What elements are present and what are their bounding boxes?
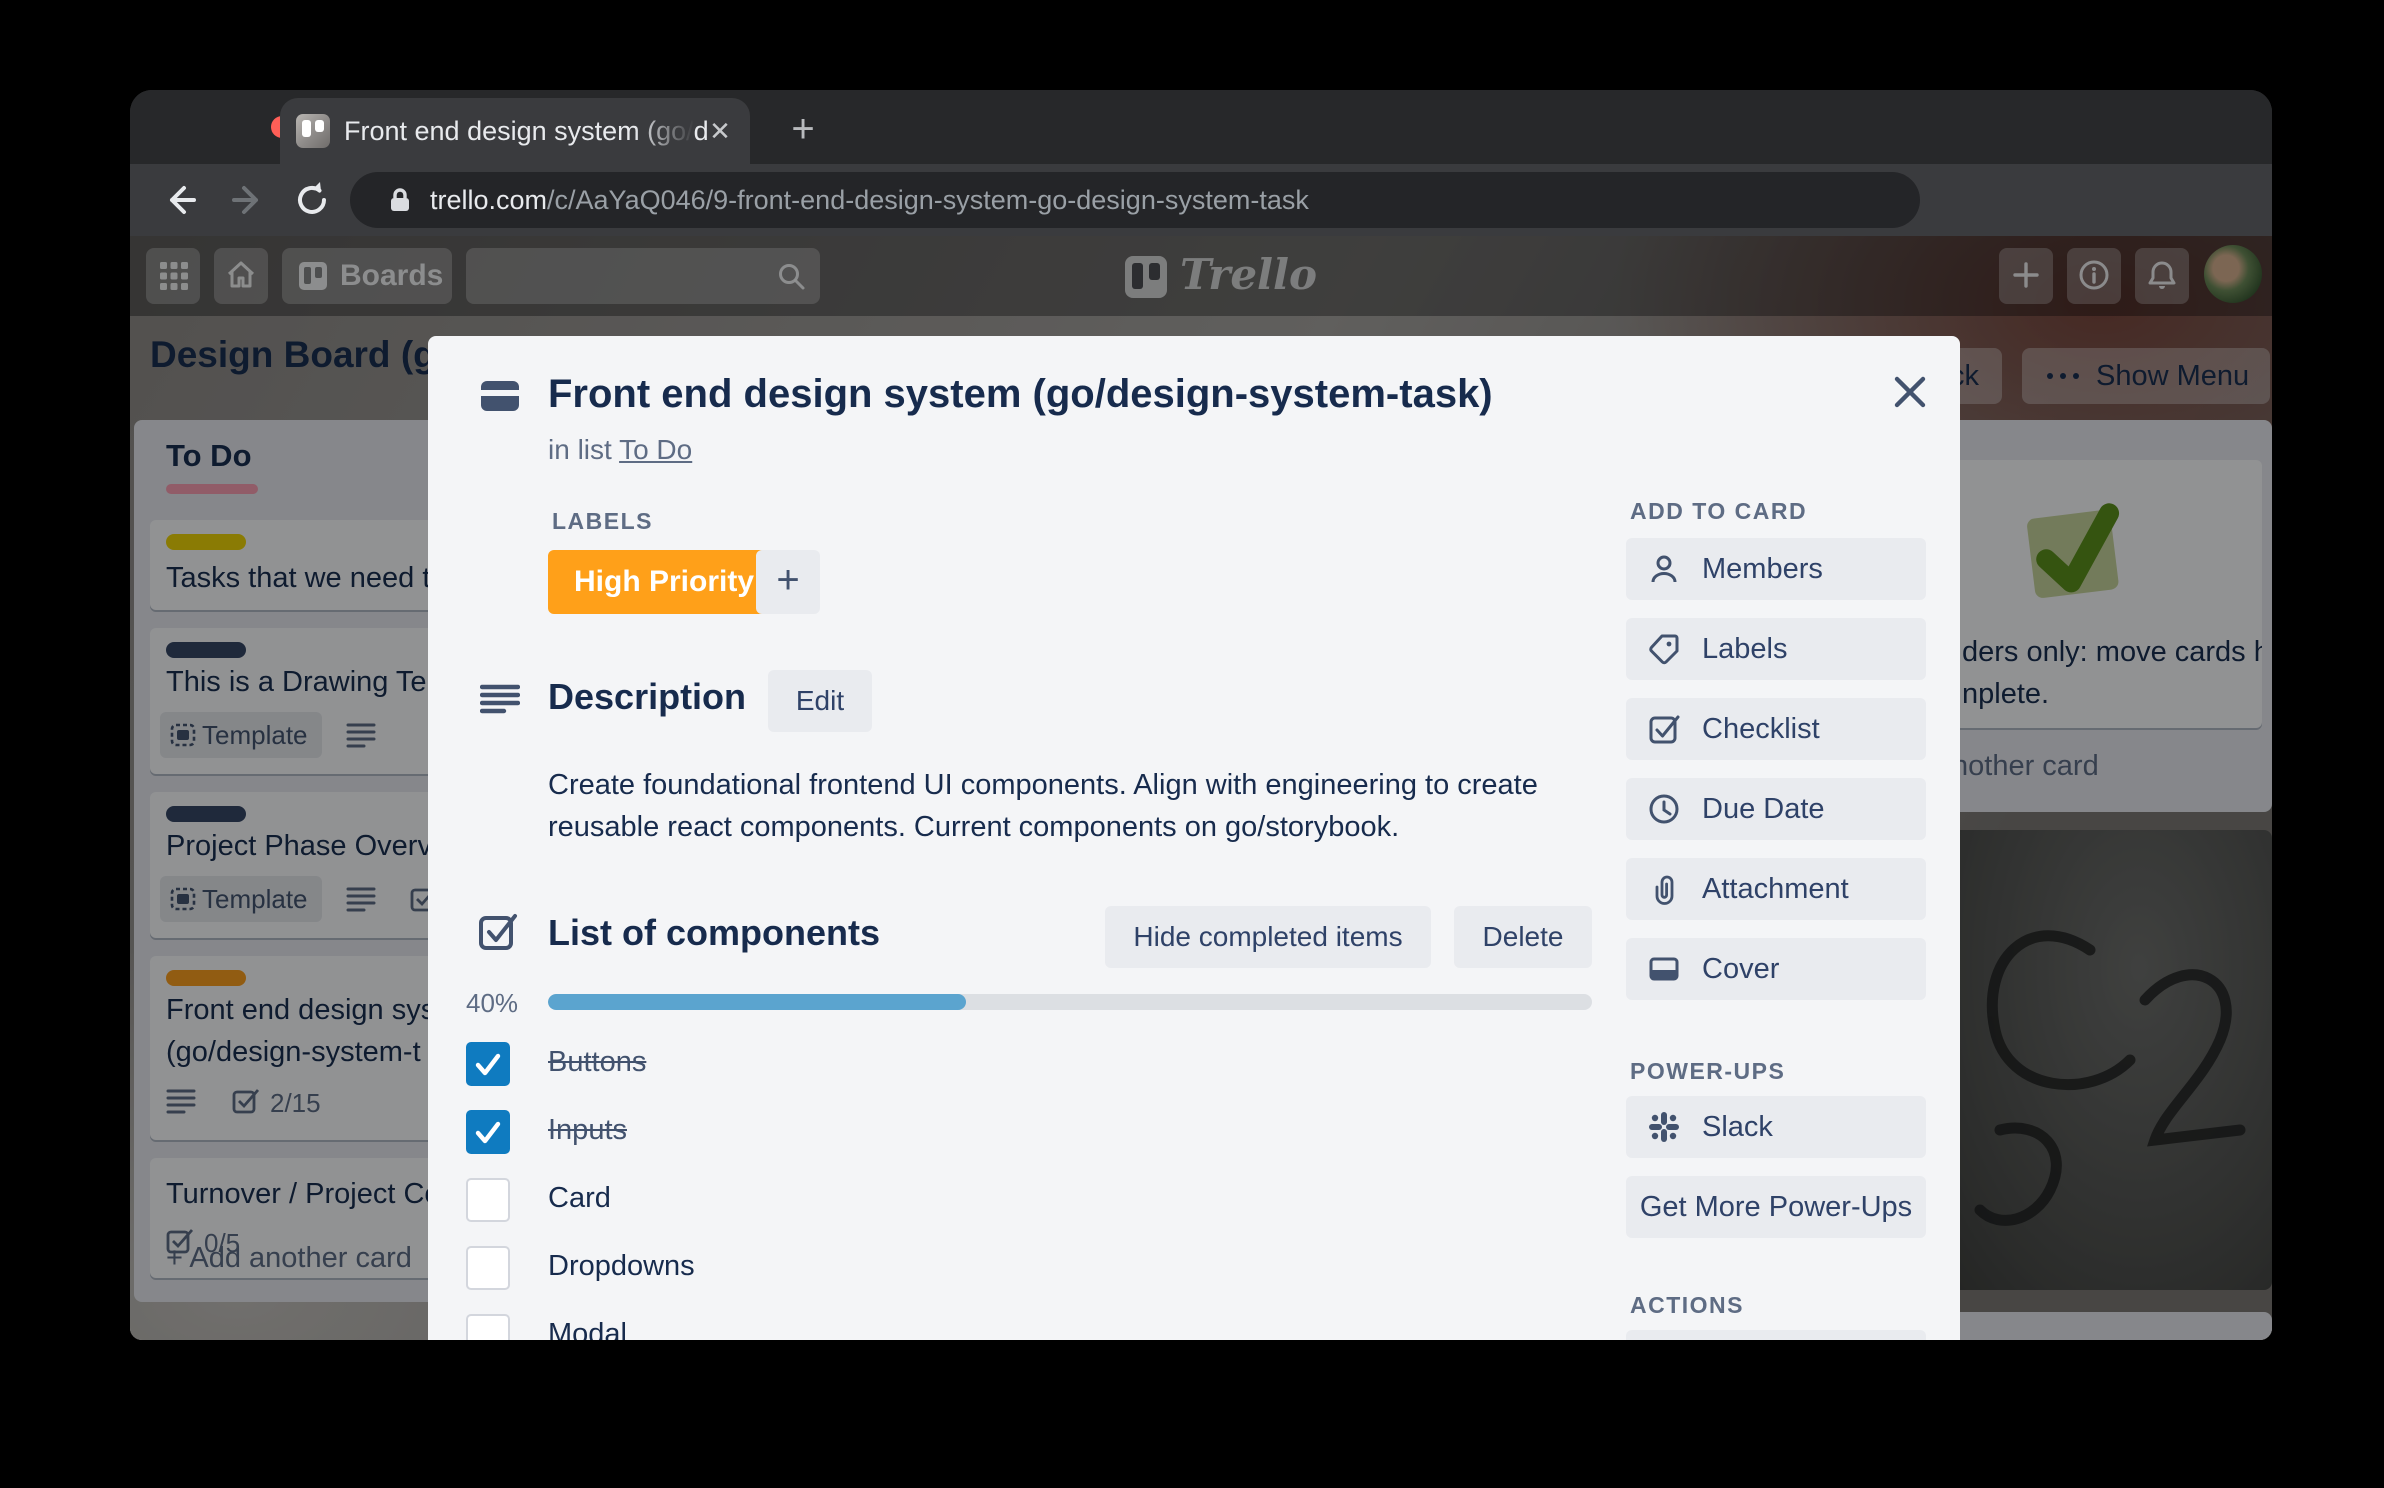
card-title-icon: [480, 380, 520, 412]
tab-favicon-icon: [296, 114, 330, 148]
browser-toolbar: trello.com/c/AaYaQ046/9-front-end-design…: [130, 164, 2272, 236]
add-label-button[interactable]: +: [756, 550, 820, 614]
due-date-button-label: Due Date: [1702, 778, 1825, 840]
browser-tab-strip: Front end design system (go/d ✕ +: [130, 90, 2272, 164]
description-body: Create foundational frontend UI componen…: [548, 764, 1598, 848]
url-bar[interactable]: trello.com/c/AaYaQ046/9-front-end-design…: [350, 172, 1920, 228]
attachment-button-label: Attachment: [1702, 858, 1849, 920]
checklist-item-row: Card: [466, 1178, 1566, 1226]
browser-window: Front end design system (go/d ✕ + trello…: [130, 90, 2272, 1340]
cover-icon: [1648, 953, 1680, 985]
checklist-header: List of components: [548, 912, 880, 954]
checklist-item-label[interactable]: Modal: [548, 1318, 627, 1340]
add-to-card-header: ADD TO CARD: [1630, 498, 1807, 525]
checklist-progress-bar: [548, 994, 1592, 1010]
paperclip-icon: [1648, 873, 1680, 905]
label-tag-icon: [1648, 633, 1680, 665]
url-text: trello.com/c/AaYaQ046/9-front-end-design…: [430, 185, 1309, 216]
members-button-label: Members: [1702, 538, 1823, 600]
tab-title-fade: [634, 98, 694, 164]
attachment-button[interactable]: Attachment: [1626, 858, 1926, 920]
screenshot-stage: Front end design system (go/d ✕ + trello…: [0, 0, 2384, 1488]
checklist-section-icon: [478, 912, 518, 952]
member-icon: [1648, 553, 1680, 585]
edit-description-button[interactable]: Edit: [768, 670, 872, 732]
checklist-progress-fill: [548, 994, 966, 1010]
delete-checklist-button[interactable]: Delete: [1454, 906, 1592, 968]
actions-header: ACTIONS: [1630, 1292, 1744, 1319]
url-domain: trello.com: [430, 185, 547, 215]
members-button[interactable]: Members: [1626, 538, 1926, 600]
reload-button[interactable]: [290, 178, 334, 222]
checklist-item-row: Dropdowns: [466, 1246, 1566, 1294]
checkbox-checked[interactable]: [466, 1042, 510, 1086]
checklist-item-label[interactable]: Card: [548, 1182, 611, 1215]
checklist-icon: [1648, 713, 1680, 745]
hide-completed-items-button[interactable]: Hide completed items: [1105, 906, 1431, 968]
https-lock-icon: [386, 186, 414, 214]
get-more-powerups-button[interactable]: Get More Power-Ups: [1626, 1176, 1926, 1238]
label-chip-high-priority[interactable]: High Priority: [548, 550, 780, 614]
checkbox-unchecked[interactable]: [466, 1178, 510, 1222]
in-list-prefix: in list: [548, 434, 619, 465]
powerups-header: POWER-UPS: [1630, 1058, 1785, 1085]
slack-button-label: Slack: [1702, 1096, 1773, 1158]
card-detail-modal: Front end design system (go/design-syste…: [428, 336, 1960, 1340]
url-path: /c/AaYaQ046/9-front-end-design-system-go…: [547, 185, 1309, 215]
checkbox-unchecked[interactable]: [466, 1314, 510, 1340]
checklist-item-label[interactable]: Dropdowns: [548, 1250, 695, 1283]
checklist-button[interactable]: Checklist: [1626, 698, 1926, 760]
modal-card-subtitle: in list To Do: [548, 434, 692, 466]
modal-close-icon[interactable]: [1880, 362, 1940, 422]
labels-section-header: LABELS: [552, 508, 653, 535]
browser-tab[interactable]: Front end design system (go/d ✕: [280, 98, 750, 164]
cover-button-label: Cover: [1702, 938, 1779, 1000]
checklist-button-label: Checklist: [1702, 698, 1820, 760]
slack-icon: [1648, 1111, 1680, 1143]
trello-board-background: Boards Trello: [130, 236, 2272, 1340]
cover-button[interactable]: Cover: [1626, 938, 1926, 1000]
description-header: Description: [548, 676, 746, 718]
modal-card-title: Front end design system (go/design-syste…: [548, 372, 1848, 417]
new-tab-button[interactable]: +: [778, 106, 828, 156]
due-date-button[interactable]: Due Date: [1626, 778, 1926, 840]
slack-powerup-button[interactable]: Slack: [1626, 1096, 1926, 1158]
clock-icon: [1648, 793, 1680, 825]
labels-button[interactable]: Labels: [1626, 618, 1926, 680]
checklist-item-row: Modal: [466, 1314, 1566, 1340]
checklist-item-row: Inputs: [466, 1110, 1566, 1158]
clipped-action-button[interactable]: [1626, 1330, 1926, 1340]
list-link[interactable]: To Do: [619, 434, 692, 465]
checklist-item-label[interactable]: Inputs: [548, 1114, 627, 1147]
tab-close-icon[interactable]: ✕: [704, 115, 736, 147]
checkbox-unchecked[interactable]: [466, 1246, 510, 1290]
checklist-progress-percent: 40%: [466, 988, 530, 1019]
forward-button[interactable]: [226, 178, 270, 222]
labels-button-label: Labels: [1702, 618, 1787, 680]
checkbox-checked[interactable]: [466, 1110, 510, 1154]
description-icon: [480, 684, 520, 714]
checklist-item-label[interactable]: Buttons: [548, 1046, 646, 1079]
checklist-item-row: Buttons: [466, 1042, 1566, 1090]
back-button[interactable]: [158, 178, 202, 222]
